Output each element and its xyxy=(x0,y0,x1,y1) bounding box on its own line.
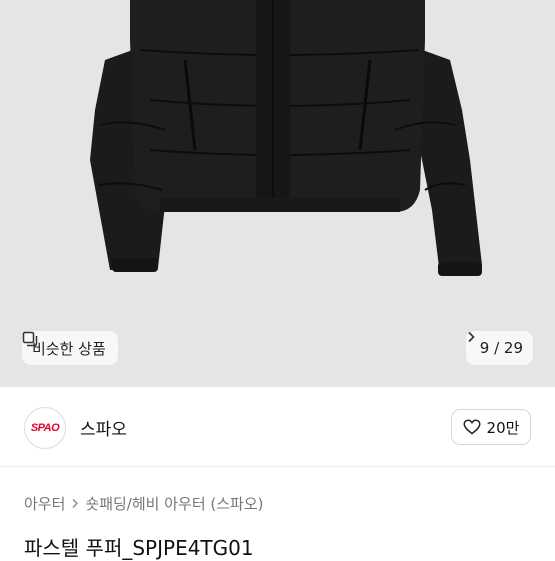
like-count: 20만 xyxy=(486,418,520,437)
jacket-illustration xyxy=(90,0,482,276)
breadcrumb-item-category[interactable]: 숏패딩/헤비 아우터 (스파오) xyxy=(85,493,263,514)
breadcrumb-item-outer[interactable]: 아우터 xyxy=(24,493,65,514)
heart-icon xyxy=(462,419,481,435)
brand-like-button[interactable]: 20만 xyxy=(451,409,531,445)
chevron-right-icon xyxy=(72,499,79,508)
breadcrumb: 아우터 숏패딩/헤비 아우터 (스파오) xyxy=(24,493,264,514)
chevron-right-icon xyxy=(468,331,475,343)
product-title: 파스텔 푸퍼_SPJPE4TG01 xyxy=(24,536,254,560)
similar-items-label: 비슷한 상품 xyxy=(32,339,106,358)
similar-items-button[interactable]: 비슷한 상품 xyxy=(22,331,118,365)
similar-icon xyxy=(22,331,38,347)
product-image[interactable]: 비슷한 상품 9 / 29 xyxy=(0,0,555,387)
image-counter: 9 / 29 xyxy=(479,339,523,357)
brand-logo-text: SPAO xyxy=(30,422,60,434)
brand-name[interactable]: 스파오 xyxy=(80,415,127,440)
image-counter-next-button[interactable]: 9 / 29 xyxy=(465,331,533,365)
brand-logo[interactable]: SPAO xyxy=(24,407,66,449)
brand-row: SPAO 스파오 20만 xyxy=(0,387,555,467)
